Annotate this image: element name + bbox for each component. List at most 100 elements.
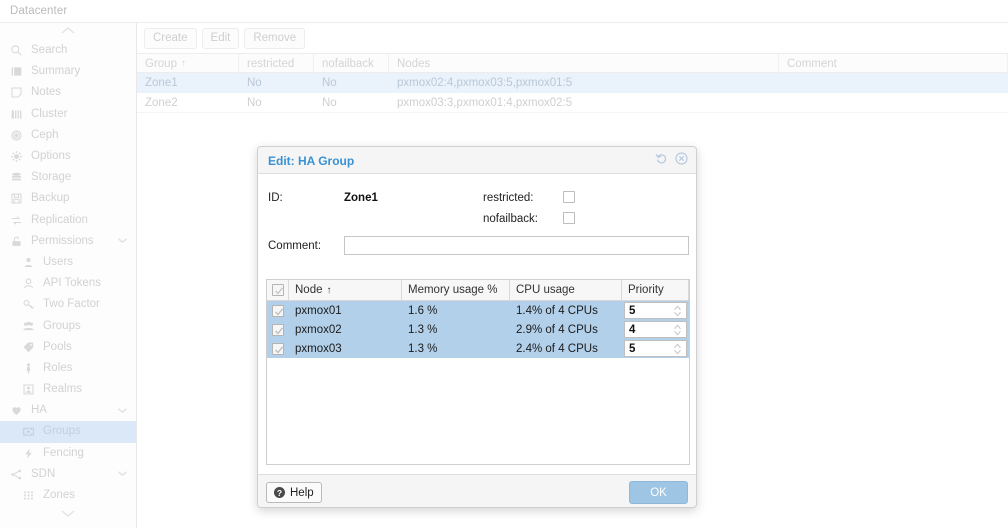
- stepper-arrows-icon[interactable]: [673, 304, 682, 317]
- sidebar-item-zones[interactable]: Zones: [0, 485, 136, 506]
- sidebar-item-realms[interactable]: Realms: [0, 379, 136, 400]
- sidebar-item-groups[interactable]: Groups: [0, 315, 136, 336]
- stepper-arrows-icon[interactable]: [673, 323, 682, 336]
- cell-nodes: pxmox03:3,pxmox01:4,pxmox02:5: [389, 93, 779, 113]
- column-header-nofailback[interactable]: nofailback: [314, 54, 389, 73]
- sidebar-item-fencing[interactable]: Fencing: [0, 443, 136, 464]
- sidebar-item-sdn[interactable]: SDN: [0, 464, 136, 485]
- reset-icon[interactable]: [655, 152, 668, 168]
- memory-column-header[interactable]: Memory usage %: [402, 280, 510, 300]
- close-icon[interactable]: [675, 152, 688, 168]
- sidebar-item-backup[interactable]: Backup: [0, 188, 136, 209]
- storage-icon: [10, 171, 25, 184]
- notes-icon: [10, 86, 23, 99]
- remove-button[interactable]: Remove: [244, 28, 305, 49]
- node-name: pxmox03: [289, 339, 402, 358]
- select-all-checkbox[interactable]: [267, 280, 289, 300]
- sidebar-item-label: Groups: [43, 320, 81, 333]
- node-row[interactable]: pxmox031.3 %2.4% of 4 CPUs5: [267, 339, 689, 358]
- column-header-restricted[interactable]: restricted: [239, 54, 314, 73]
- sidebar-item-ha[interactable]: HA: [0, 400, 136, 421]
- sidebar-item-users[interactable]: Users: [0, 252, 136, 273]
- bolt-icon: [22, 447, 35, 460]
- sidebar-item-groups[interactable]: Groups: [0, 421, 136, 442]
- sidebar-item-roles[interactable]: Roles: [0, 358, 136, 379]
- group-icon: [22, 320, 37, 333]
- sidebar-item-summary[interactable]: Summary: [0, 61, 136, 82]
- chevron-down-icon[interactable]: [117, 405, 128, 417]
- sidebar-item-ceph[interactable]: Ceph: [0, 125, 136, 146]
- node-column-label: Node: [295, 284, 323, 296]
- edit-button[interactable]: Edit: [202, 28, 240, 49]
- column-header-comment[interactable]: Comment: [779, 54, 1008, 73]
- node-row-checkbox[interactable]: [267, 320, 289, 339]
- priority-stepper[interactable]: 5: [624, 340, 687, 357]
- sidebar-item-cluster[interactable]: Cluster: [0, 104, 136, 125]
- sort-ascending-icon: ↑: [327, 285, 332, 296]
- sidebar-item-options[interactable]: Options: [0, 146, 136, 167]
- sidebar-item-label: API Tokens: [43, 277, 101, 290]
- table-row[interactable]: Zone1 No No pxmox02:4,pxmox03:5,pxmox01:…: [137, 73, 1008, 93]
- sidebar-item-label: HA: [31, 404, 47, 417]
- sidebar-item-two-factor[interactable]: Two Factor: [0, 294, 136, 315]
- column-header-group[interactable]: Group ↑: [137, 54, 239, 73]
- sidebar-item-pools[interactable]: Pools: [0, 337, 136, 358]
- checkbox-icon: [272, 343, 284, 355]
- sidebar-item-api-tokens[interactable]: API Tokens: [0, 273, 136, 294]
- column-header-nodes[interactable]: Nodes: [389, 54, 779, 73]
- nofailback-checkbox[interactable]: [563, 212, 575, 224]
- sidebar-item-replication[interactable]: Replication: [0, 210, 136, 231]
- priority-stepper[interactable]: 5: [624, 302, 687, 319]
- priority-stepper[interactable]: 4: [624, 321, 687, 338]
- heart-icon: [10, 404, 23, 417]
- help-button[interactable]: ? Help: [266, 482, 322, 503]
- ok-button[interactable]: OK: [629, 481, 688, 504]
- sidebar-item-label: Two Factor: [43, 298, 100, 311]
- node-column-header[interactable]: Node ↑: [289, 280, 402, 300]
- replication-icon: [10, 214, 25, 227]
- node-row[interactable]: pxmox011.6 %1.4% of 4 CPUs5: [267, 301, 689, 320]
- node-priority-cell: 4: [622, 320, 689, 339]
- sidebar-scroll-up-button[interactable]: [0, 23, 136, 40]
- sidebar-item-label: Zones: [43, 489, 75, 502]
- sidebar-item-notes[interactable]: Notes: [0, 82, 136, 103]
- node-memory-usage: 1.6 %: [402, 301, 510, 320]
- api-token-icon: [22, 277, 37, 290]
- node-cpu-usage: 2.4% of 4 CPUs: [510, 339, 622, 358]
- ceph-icon: [10, 129, 25, 142]
- sidebar-item-label: Storage: [31, 171, 71, 184]
- search-icon: [10, 44, 25, 57]
- cell-group: Zone1: [137, 73, 239, 93]
- sidebar-nav-list: SearchSummaryNotesClusterCephOptions Stor…: [0, 40, 136, 506]
- cell-comment: [779, 93, 1008, 113]
- chevron-up-icon: [60, 26, 76, 35]
- checkbox-icon: [272, 305, 284, 317]
- help-button-label: Help: [290, 487, 314, 499]
- stepper-arrows-icon[interactable]: [673, 342, 682, 355]
- node-row[interactable]: pxmox021.3 %2.9% of 4 CPUs4: [267, 320, 689, 339]
- priority-column-header[interactable]: Priority: [622, 280, 689, 300]
- edit-ha-group-dialog: Edit: HA Group ID:: [257, 146, 697, 508]
- sidebar-item-storage[interactable]: Storage: [0, 167, 136, 188]
- backup-icon: [10, 192, 25, 205]
- chevron-down-icon[interactable]: [117, 468, 128, 480]
- chevron-down-icon[interactable]: [117, 235, 128, 247]
- sidebar-item-label: Roles: [43, 362, 72, 375]
- create-button[interactable]: Create: [144, 28, 197, 49]
- sidebar-scroll-down-button[interactable]: [0, 506, 136, 523]
- comment-input[interactable]: [344, 236, 689, 255]
- restricted-checkbox[interactable]: [563, 191, 575, 203]
- user-icon: [22, 256, 35, 269]
- cell-restricted: No: [239, 73, 314, 93]
- sidebar-item-search[interactable]: Search: [0, 40, 136, 61]
- cpu-column-header[interactable]: CPU usage: [510, 280, 622, 300]
- breadcrumb[interactable]: Datacenter: [10, 5, 67, 17]
- table-row[interactable]: Zone2 No No pxmox03:3,pxmox01:4,pxmox02:…: [137, 93, 1008, 113]
- sidebar-item-label: Groups: [43, 425, 81, 438]
- dialog-titlebar[interactable]: Edit: HA Group: [258, 147, 696, 174]
- cell-nofailback: No: [314, 93, 389, 113]
- sort-ascending-icon: ↑: [181, 58, 186, 69]
- sidebar-item-permissions[interactable]: Permissions: [0, 231, 136, 252]
- node-row-checkbox[interactable]: [267, 339, 289, 358]
- node-row-checkbox[interactable]: [267, 301, 289, 320]
